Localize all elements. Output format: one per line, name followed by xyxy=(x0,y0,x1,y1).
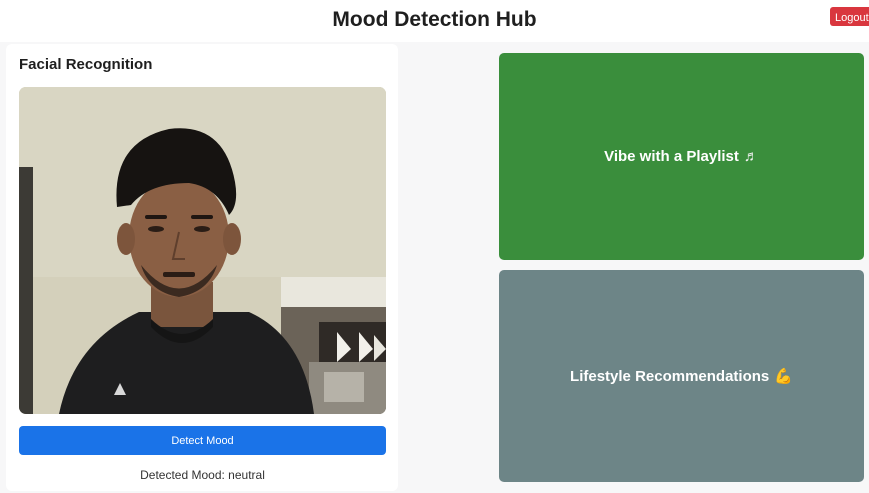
playlist-tile[interactable]: Vibe with a Playlist ♬ xyxy=(499,53,864,260)
playlist-tile-label: Vibe with a Playlist xyxy=(604,148,739,165)
page: Mood Detection Hub Logout Facial Recogni… xyxy=(0,0,869,493)
detected-mood-text: Detected Mood: neutral xyxy=(140,468,265,482)
lifestyle-tile-label: Lifestyle Recommendations xyxy=(570,367,770,385)
page-title: Mood Detection Hub xyxy=(332,8,537,31)
facial-recognition-card: Facial Recognition Detect Mood Detected … xyxy=(6,44,398,491)
top-bar: Mood Detection Hub Logout xyxy=(0,0,869,42)
logout-button[interactable]: Logout xyxy=(830,7,869,26)
facial-recognition-title: Facial Recognition xyxy=(19,56,153,73)
lifestyle-recommendations-tile[interactable]: Lifestyle Recommendations 💪 xyxy=(499,270,864,482)
music-note-icon: ♬ xyxy=(743,148,759,165)
detect-mood-button[interactable]: Detect Mood xyxy=(19,426,386,455)
webcam-feed xyxy=(19,87,386,414)
flexed-bicep-icon: 💪 xyxy=(774,368,793,385)
